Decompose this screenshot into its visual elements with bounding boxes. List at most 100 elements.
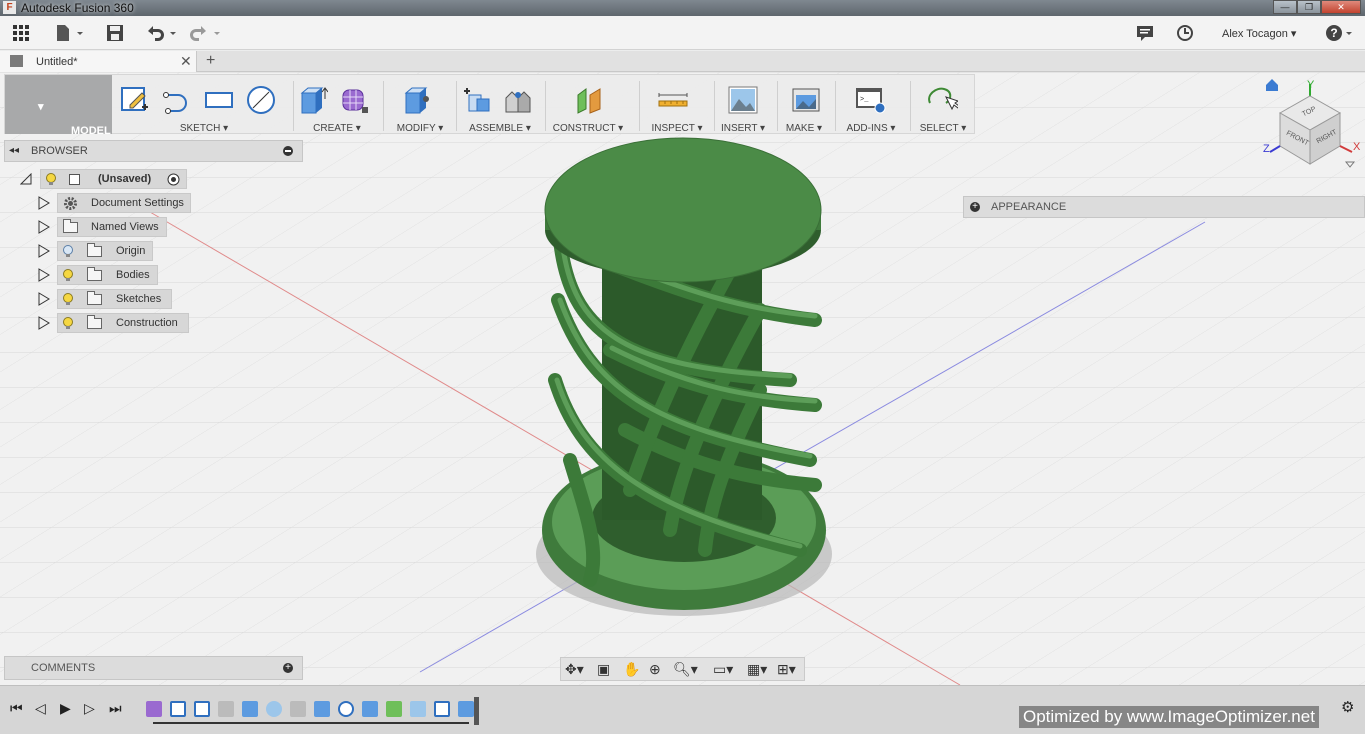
measure-icon[interactable] [656,83,690,117]
expand-arrow-icon[interactable] [38,268,50,282]
insert-image-icon[interactable] [726,83,760,117]
joint-icon[interactable] [501,83,535,117]
line-icon[interactable] [160,83,194,117]
zoom-icon[interactable]: ⊕ [649,661,661,677]
timeline-torus-feature-icon[interactable] [338,701,354,717]
collapse-panel-icon[interactable]: ◂◂ [9,145,19,156]
browser-item-bodies[interactable]: Bodies [57,265,158,285]
add-ins-group[interactable]: >_ ADD-INS ▾ [838,75,904,134]
twisted-stool-model[interactable] [530,130,840,630]
job-status-icon[interactable] [1176,24,1194,42]
step-forward-icon[interactable]: ▷ [84,700,95,717]
offset-plane-icon[interactable] [572,83,606,117]
save-icon[interactable] [106,24,124,42]
timeline-extrude-feature-icon[interactable] [458,701,474,717]
browser-item-document-settings[interactable]: Document Settings [57,193,191,213]
lightbulb-icon[interactable] [63,269,73,282]
timeline-extrude-feature-icon[interactable] [362,701,378,717]
timeline-revolve-feature-icon[interactable] [266,701,282,717]
timeline-coil-feature-icon[interactable] [218,701,234,717]
lightbulb-off-icon[interactable] [63,245,73,258]
notifications-icon[interactable] [1136,24,1154,42]
timeline-sketch-feature-icon[interactable] [170,701,186,717]
sketch-group[interactable]: SKETCH ▾ [118,75,290,134]
make-group[interactable]: MAKE ▾ [780,75,828,134]
extrude-icon[interactable] [296,83,330,117]
lightbulb-icon[interactable] [46,173,56,186]
view-cube[interactable]: Y TOP FRONT RIGHT Z X [1258,76,1363,176]
viewports-icon[interactable]: ⊞▾ [777,661,796,677]
orbit-icon[interactable]: ✥▾ [565,661,584,677]
collapse-arrow-icon[interactable] [20,173,32,185]
appearance-panel-header[interactable]: + APPEARANCE [963,196,1365,218]
new-tab-button[interactable]: + [206,52,215,70]
app-grid-icon[interactable] [12,24,30,42]
close-window-button[interactable]: ✕ [1321,0,1361,14]
redo-icon[interactable] [190,24,222,42]
expand-arrow-icon[interactable] [38,292,50,306]
lightbulb-icon[interactable] [63,293,73,306]
timeline-form-feature-icon[interactable] [146,701,162,717]
select-group[interactable]: SELECT ▾ [913,75,973,134]
display-settings-icon[interactable]: ▭▾ [713,661,733,677]
timeline-coil-feature-icon[interactable] [290,701,306,717]
circle-icon[interactable] [244,83,278,117]
workspace-switcher[interactable]: MODEL ▾ [5,75,112,137]
timeline-sweep-feature-icon[interactable] [410,701,426,717]
maximize-button[interactable]: ❐ [1297,0,1321,14]
minimize-panel-icon[interactable] [283,146,293,156]
create-sketch-icon[interactable] [118,83,152,117]
rectangle-icon[interactable] [202,83,236,117]
minimize-button[interactable]: — [1273,0,1297,14]
3d-viewport[interactable]: Y TOP FRONT RIGHT Z X [0,72,1365,685]
expand-arrow-icon[interactable] [38,220,50,234]
play-icon[interactable]: ▶ [60,700,71,717]
comments-panel-header[interactable]: COMMENTS + [4,656,303,680]
scripts-icon[interactable]: >_ [854,83,888,117]
timeline-track[interactable] [153,722,469,724]
timeline-settings-gear-icon[interactable]: ⚙ [1341,698,1354,716]
timeline-sketch-feature-icon[interactable] [194,701,210,717]
new-component-icon[interactable] [459,83,493,117]
timeline-move-feature-icon[interactable] [242,701,258,717]
fit-icon[interactable]: 🔍︎▾ [673,661,698,677]
timeline-move-feature-icon[interactable] [314,701,330,717]
close-tab-icon[interactable]: ✕ [180,53,192,70]
browser-panel-header[interactable]: ◂◂ BROWSER [4,140,303,162]
file-menu-icon[interactable] [55,24,85,42]
grid-settings-icon[interactable]: ▦▾ [747,661,767,677]
timeline-marker[interactable] [474,697,479,725]
create-group[interactable]: CREATE ▾ [296,75,378,134]
activate-radio-icon[interactable] [167,173,180,186]
browser-item-named-views[interactable]: Named Views [57,217,167,237]
select-lasso-icon[interactable] [925,83,959,117]
insert-group[interactable]: INSERT ▾ [717,75,769,134]
help-icon[interactable]: ? [1325,24,1355,42]
expand-arrow-icon[interactable] [38,196,50,210]
timeline-plane-feature-icon[interactable] [386,701,402,717]
browser-item-origin[interactable]: Origin [57,241,153,261]
expand-arrow-icon[interactable] [38,316,50,330]
press-pull-icon[interactable] [400,83,434,117]
expand-panel-icon[interactable]: + [970,202,980,212]
go-to-start-icon[interactable]: ⏮ [10,700,23,717]
3d-print-icon[interactable] [789,83,823,117]
user-account-menu[interactable]: Alex Tocagon ▾ [1222,27,1296,40]
document-tab[interactable]: Untitled* ✕ [0,51,197,72]
timeline-sketch-feature-icon[interactable] [434,701,450,717]
modify-group[interactable]: MODIFY ▾ [386,75,454,134]
expand-arrow-icon[interactable] [38,244,50,258]
lightbulb-icon[interactable] [63,317,73,330]
go-to-end-icon[interactable]: ⏭ [109,700,122,717]
step-back-icon[interactable]: ◁ [35,700,46,717]
inspect-group[interactable]: INSPECT ▾ [642,75,712,134]
browser-item-construction[interactable]: Construction [57,313,189,333]
undo-icon[interactable] [146,24,178,42]
pan-icon[interactable]: ✋ [623,661,640,677]
construct-group[interactable]: CONSTRUCT ▾ [548,75,628,134]
browser-root-node[interactable]: (Unsaved) [40,169,187,189]
assemble-group[interactable]: ASSEMBLE ▾ [459,75,541,134]
form-icon[interactable] [338,83,372,117]
look-at-icon[interactable]: ▣ [597,661,610,677]
add-comment-icon[interactable]: + [283,663,293,673]
